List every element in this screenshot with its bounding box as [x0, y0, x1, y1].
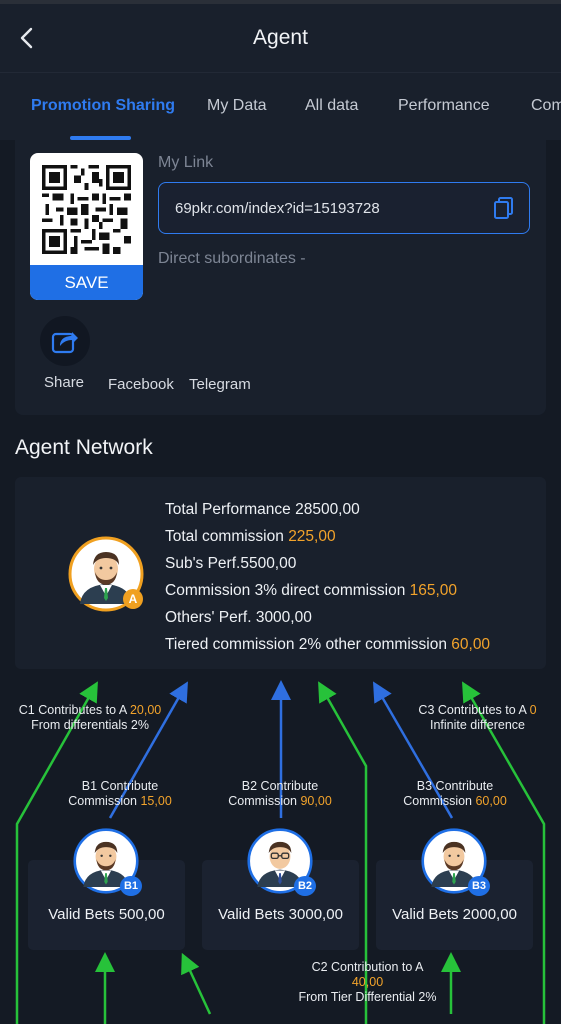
b1-badge: B1: [120, 876, 142, 896]
tab-commission[interactable]: Com: [531, 97, 561, 115]
tiered-commission: Tiered commission 2% other commission 60…: [165, 636, 491, 653]
b3-contribution-note: B3 Contribute Commission 60,00: [403, 779, 507, 808]
agent-network-card: A Total Performance 28500,00 Total commi…: [15, 477, 546, 669]
chevron-left-icon: [20, 27, 33, 49]
tab-promotion-sharing[interactable]: Promotion Sharing: [31, 97, 175, 115]
app-header: Agent: [0, 0, 561, 72]
b1-contribution-note: B1 Contribute Commission 15,00: [68, 779, 172, 808]
b2-contribution-note: B2 Contribute Commission 90,00: [228, 779, 332, 808]
b2-badge: B2: [294, 876, 316, 896]
share-icon: [51, 332, 78, 354]
c2-contribution-note: C2 Contribution to A 40,00 From Tier Dif…: [298, 960, 437, 1004]
referral-link-field[interactable]: 69pkr.com/index?id=15193728: [158, 182, 530, 234]
back-button[interactable]: [14, 24, 38, 52]
agent-network-title: Agent Network: [15, 436, 153, 459]
b3-badge: B3: [468, 876, 490, 896]
tab-all-data[interactable]: All data: [305, 97, 358, 115]
direct-commission: Commission 3% direct commission 165,00: [165, 582, 458, 599]
c3-contribution-note: C3 Contributes to A 0 Infinite differenc…: [418, 703, 537, 732]
b2-valid-bets: Valid Bets 3000,00: [218, 906, 343, 923]
total-performance: Total Performance 28500,00: [165, 501, 360, 518]
my-link-label: My Link: [158, 154, 214, 171]
referral-link-text: 69pkr.com/index?id=15193728: [175, 199, 380, 217]
network-stats: Total Performance 28500,00 Total commiss…: [165, 496, 490, 658]
agent-badge: A: [123, 589, 143, 609]
share-label[interactable]: Share: [44, 374, 84, 391]
page-title: Agent: [253, 26, 308, 49]
telegram-share-link[interactable]: Telegram: [189, 376, 251, 393]
c1-contribution-note: C1 Contributes to A 20,00 From different…: [18, 703, 162, 732]
copy-icon[interactable]: [493, 196, 515, 220]
facebook-share-link[interactable]: Facebook: [108, 376, 174, 393]
qr-code-image: [42, 165, 131, 254]
total-commission: Total commission 225,00: [165, 528, 336, 545]
promotion-share-card: SAVE My Link 69pkr.com/index?id=15193728…: [15, 140, 546, 415]
tab-performance[interactable]: Performance: [398, 97, 490, 115]
others-performance: Others' Perf. 3000,00: [165, 609, 312, 626]
direct-subordinates-label: Direct subordinates -: [158, 250, 306, 267]
share-button[interactable]: [40, 316, 90, 366]
b1-valid-bets: Valid Bets 500,00: [48, 906, 165, 923]
save-qr-button[interactable]: SAVE: [30, 265, 143, 300]
tab-my-data[interactable]: My Data: [207, 97, 267, 115]
c-to-b1-arrow-2: [181, 952, 212, 1015]
qr-code-card: SAVE: [30, 153, 143, 300]
b3-valid-bets: Valid Bets 2000,00: [392, 906, 517, 923]
subs-performance: Sub's Perf.5500,00: [165, 555, 297, 572]
tab-bar: Promotion Sharing My Data All data Perfo…: [0, 72, 561, 140]
